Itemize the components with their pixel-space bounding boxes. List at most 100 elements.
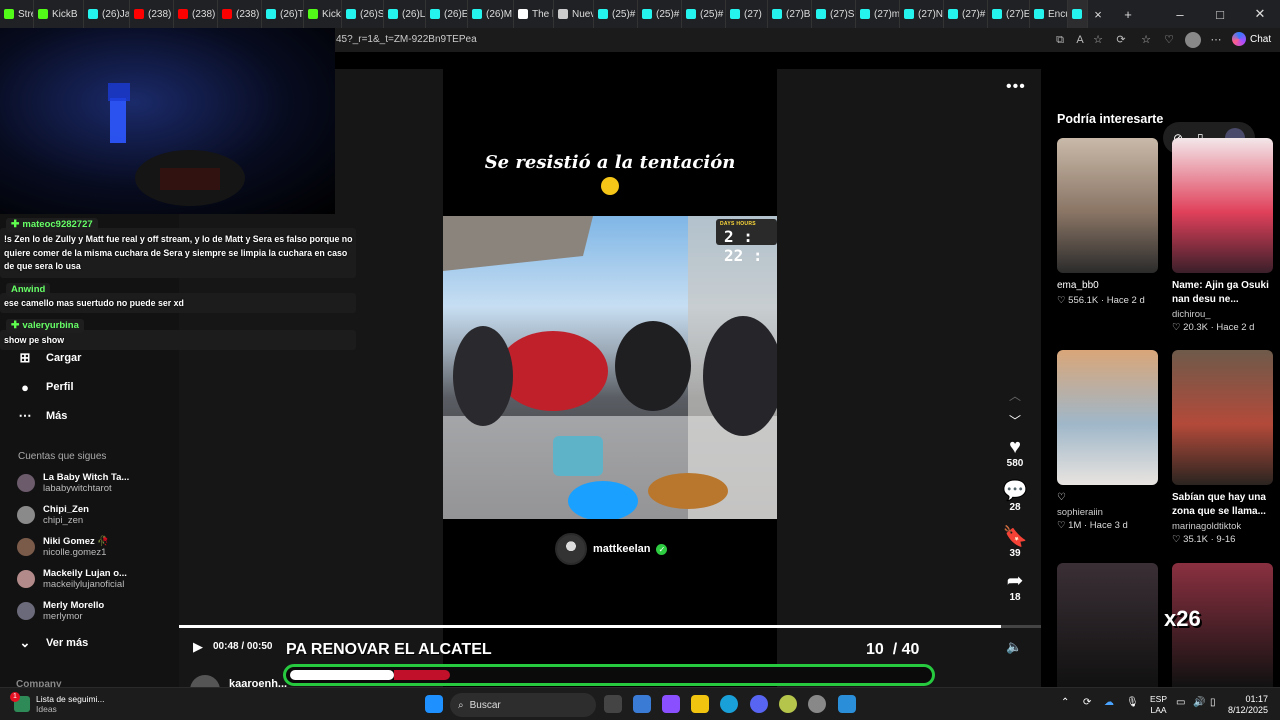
prev-video-button[interactable]: ︿ — [1000, 385, 1030, 407]
volume-icon[interactable]: 🔈 — [1006, 639, 1022, 655]
browser-tab[interactable]: (238) — [174, 0, 218, 28]
video-thumbnail[interactable] — [1172, 350, 1273, 485]
browser-tab[interactable]: (26)S — [342, 0, 384, 28]
like-button[interactable]: ♥ 580 — [1000, 436, 1030, 469]
browser-tab[interactable]: Nuev — [554, 0, 594, 28]
share-button[interactable]: ➦ 18 — [1000, 570, 1030, 603]
browser-tab[interactable]: (27)# — [944, 0, 988, 28]
browser-tab[interactable]: (26)Ti — [262, 0, 304, 28]
news-widget[interactable]: 1 Lista de seguimi... Ideas — [10, 692, 105, 714]
refresh-extension-icon[interactable]: ⟳ — [1113, 32, 1129, 48]
translate-icon[interactable]: A — [1072, 32, 1088, 48]
browser-tab[interactable]: (26)Ja — [84, 0, 130, 28]
following-account[interactable]: La Baby Witch Ta... lababywitchtarot — [17, 472, 129, 494]
network-icon[interactable]: ▭ — [1176, 697, 1185, 708]
author-name[interactable]: mattkeelan — [593, 543, 650, 555]
open-app-icon[interactable]: ⧉ — [1052, 32, 1068, 48]
browser-tab[interactable] — [1068, 0, 1088, 28]
microphone-icon[interactable]: 🎙 — [1126, 697, 1139, 708]
following-account[interactable]: Chipi_Zen chipi_zen — [17, 504, 89, 526]
video-author[interactable]: mattkeelan ✓ — [555, 533, 668, 565]
edge-icon[interactable] — [720, 695, 738, 713]
browser-tab[interactable]: (27) — [726, 0, 768, 28]
video-progress-bar[interactable] — [179, 625, 1041, 628]
browser-tab[interactable]: (27)E — [988, 0, 1030, 28]
maximize-icon[interactable]: □ — [1200, 0, 1240, 28]
windows-start-icon[interactable] — [425, 695, 443, 713]
comment-button[interactable]: 💬 28 — [1000, 480, 1030, 513]
close-tab-icon[interactable]: × — [1088, 0, 1108, 28]
video-thumbnail[interactable] — [1172, 138, 1273, 273]
browser-tab[interactable]: KickB — [34, 0, 84, 28]
system-clock[interactable]: 01:17 8/12/2025 — [1228, 694, 1268, 716]
see-more-button[interactable]: ⌄ Ver más — [18, 635, 89, 650]
tray-chevron-icon[interactable]: ⌃ — [1061, 697, 1069, 708]
discord-icon[interactable] — [750, 695, 768, 713]
card-author[interactable]: dichirou_ — [1172, 309, 1273, 320]
favorites-icon[interactable]: ☆ — [1138, 32, 1154, 48]
browser-tab[interactable]: The b — [514, 0, 554, 28]
video-thumbnail[interactable] — [1057, 350, 1158, 485]
more-options-icon[interactable]: ••• — [1006, 78, 1026, 96]
play-icon[interactable]: ▶ — [193, 639, 203, 655]
author-avatar[interactable] — [555, 533, 587, 565]
recommended-video-card[interactable]: ♡ sophieraiin ♡ 1M · Hace 3 d — [1057, 350, 1158, 531]
browser-tab[interactable]: Encu — [1030, 0, 1068, 28]
battery-icon[interactable]: ▯ — [1210, 697, 1216, 708]
sidebar-item-perfil[interactable]: ● Perfil — [18, 380, 73, 395]
app-icon[interactable] — [779, 695, 797, 713]
browser-tab[interactable]: (25)# — [638, 0, 682, 28]
copilot-chat-button[interactable]: Chat — [1232, 32, 1271, 46]
browser-tab[interactable]: (27)B — [768, 0, 812, 28]
browser-tab[interactable]: (26)L — [384, 0, 426, 28]
minimize-icon[interactable]: – — [1160, 0, 1200, 28]
new-tab-icon[interactable]: + — [1108, 0, 1148, 28]
url-text[interactable]: 45?_r=1&_t=ZM-922Bn9TEPea — [336, 34, 477, 45]
tab-label: (26)S — [360, 8, 384, 20]
account-name: Chipi_Zen — [43, 504, 89, 515]
browser-tab[interactable]: (25)# — [682, 0, 726, 28]
taskbar-search[interactable]: ⌕ Buscar — [450, 693, 596, 717]
recommended-video-card[interactable]: Name: Ajin ga Osuki nan desu ne... dichir… — [1172, 138, 1273, 333]
browser-tab[interactable]: (26)M — [468, 0, 514, 28]
webcam-scene — [108, 83, 245, 206]
following-account[interactable]: Niki Gomez 🥀 nicolle.gomez1 — [17, 536, 109, 558]
browser-tab[interactable]: (238) — [130, 0, 174, 28]
app-icon[interactable] — [838, 695, 856, 713]
speaker-icon[interactable]: 🔊 — [1193, 697, 1205, 708]
save-button[interactable]: 🔖 39 — [1000, 526, 1030, 559]
following-account[interactable]: Merly Morello merlymor — [17, 600, 104, 622]
browser-tab[interactable]: (27)m — [856, 0, 900, 28]
video-thumbnail[interactable] — [1057, 563, 1158, 687]
browser-tab[interactable]: (26)E — [426, 0, 468, 28]
sync-icon[interactable]: ⟳ — [1083, 697, 1091, 708]
browser-tab[interactable]: (27)S — [812, 0, 856, 28]
copilot-icon[interactable] — [662, 695, 680, 713]
obs-icon[interactable] — [808, 695, 826, 713]
settings-more-icon[interactable]: ⋯ — [1208, 32, 1224, 48]
sidebar-item-cargar[interactable]: ⊞ Cargar — [18, 350, 82, 365]
sidebar-item-más[interactable]: ⋯ Más — [18, 408, 68, 423]
store-icon[interactable] — [633, 695, 651, 713]
recommended-video-card[interactable]: Sabían que hay una zona que se llama... m… — [1172, 350, 1273, 545]
close-window-icon[interactable]: ✕ — [1240, 0, 1280, 28]
recommended-video-card[interactable]: ema_bb0 ♡ 556.1K · Hace 2 d — [1057, 138, 1158, 306]
profile-avatar-icon[interactable] — [1185, 32, 1201, 48]
browser-tab[interactable]: (27)N — [900, 0, 944, 28]
onedrive-icon[interactable]: ☁ — [1104, 697, 1114, 708]
file-explorer-icon[interactable] — [691, 695, 709, 713]
following-account[interactable]: Mackeily Lujan o... mackeilylujanoficial — [17, 568, 127, 590]
card-author[interactable]: sophieraiin — [1057, 507, 1158, 518]
language-indicator[interactable]: ESP LAA — [1150, 694, 1167, 716]
card-author[interactable]: marinagoldtiktok — [1172, 521, 1273, 532]
browser-tab[interactable]: Kick — [304, 0, 342, 28]
next-video-button[interactable]: ﹀ — [1000, 410, 1030, 432]
browser-tab[interactable]: Strea — [0, 0, 34, 28]
favorite-star-icon[interactable]: ☆ — [1090, 32, 1106, 48]
task-view-icon[interactable] — [604, 695, 622, 713]
heart-pulse-icon[interactable]: ♡ — [1161, 32, 1177, 48]
browser-tab[interactable]: (238) — [218, 0, 262, 28]
video-thumbnail[interactable] — [1057, 138, 1158, 273]
browser-tab[interactable]: (25)# — [594, 0, 638, 28]
clock-time: 01:17 — [1245, 694, 1269, 704]
